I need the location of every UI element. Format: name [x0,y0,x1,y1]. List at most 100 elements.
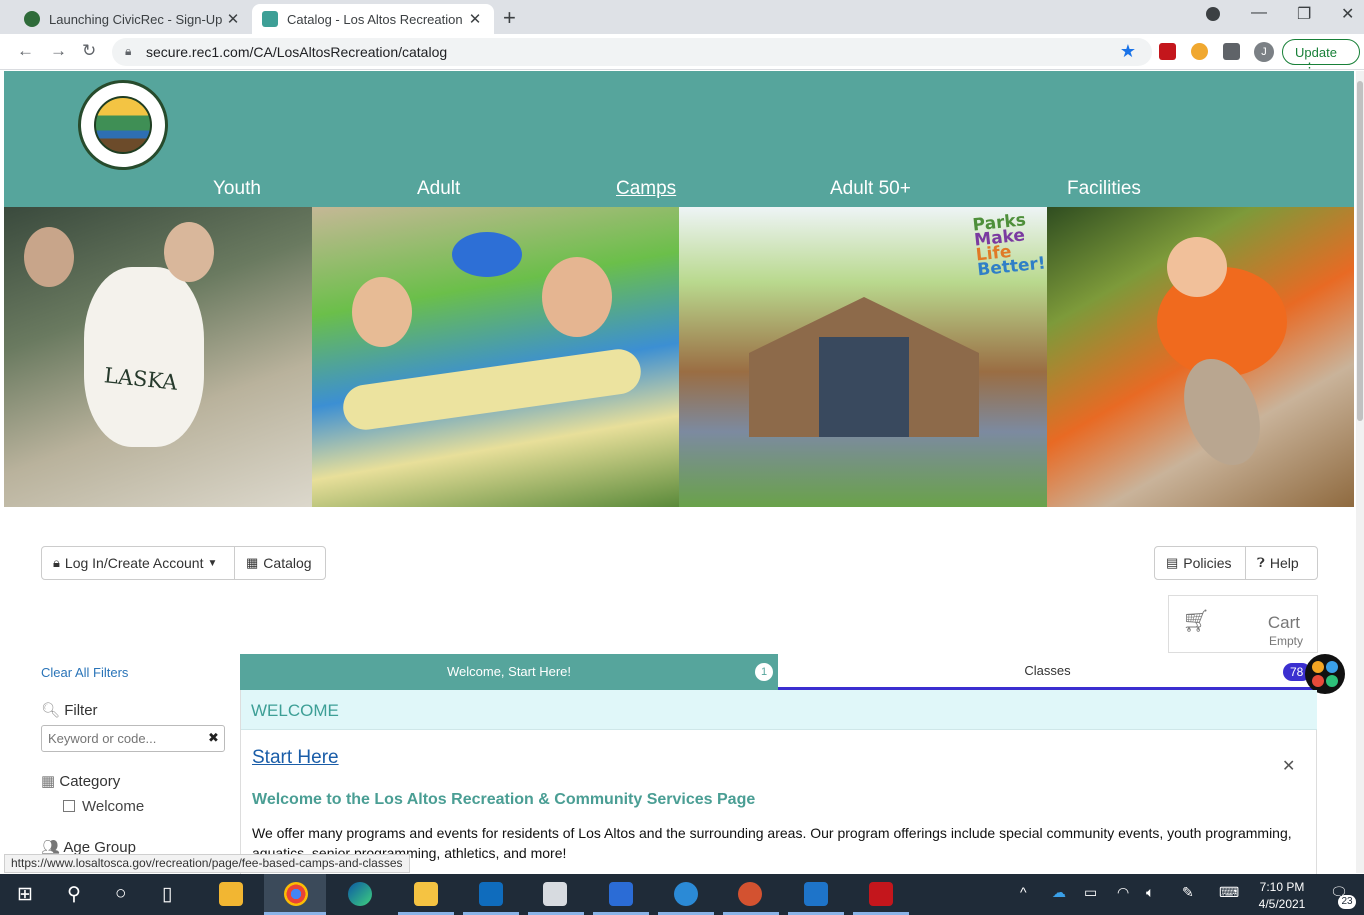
clear-all-filters-link[interactable]: Clear All Filters [41,665,128,680]
file-explorer-icon[interactable] [414,882,438,906]
reload-icon[interactable]: ↻ [82,41,96,61]
profile-avatar[interactable]: J [1254,42,1274,62]
acrobat-extension-icon[interactable] [1159,43,1176,60]
bookmark-star-icon[interactable]: ★ [1120,41,1136,62]
catalog-label: Catalog [263,555,312,571]
grid-icon: ▦ [41,773,56,790]
outlook-icon[interactable] [479,882,503,906]
clear-keyword-icon[interactable]: ✖ [208,730,219,746]
page-scrollbar[interactable] [1356,71,1364,873]
welcome-heading: WELCOME [251,701,339,720]
search-icon: 🔍︎ [41,702,61,719]
hero-photo-kids-snake [312,207,679,507]
category-welcome-label[interactable]: Welcome [82,798,144,815]
cortana-icon[interactable]: ○ [115,883,126,905]
back-icon[interactable]: ← [17,41,34,61]
nx-app-icon[interactable] [543,882,567,906]
task-view-icon[interactable]: ▯ [162,883,172,906]
chevron-up-icon[interactable]: ^ [1020,884,1027,900]
powerpoint-icon[interactable] [738,882,762,906]
keyboard-icon[interactable]: ⌨ [1219,884,1239,901]
address-bar[interactable]: 🔒︎ secure.rec1.com/CA/LosAltosRecreation… [112,38,1152,66]
cart-widget[interactable]: 🛒︎ Cart Empty [1168,595,1318,653]
document-icon: ▤ [1166,555,1179,570]
tab-welcome-start-here[interactable]: Welcome, Start Here! [240,654,778,690]
window-close-icon[interactable]: ✕ [1341,4,1354,24]
store-icon[interactable] [219,882,243,906]
hero-photo-community-center: Parks Make Life Better! [679,207,1047,507]
welcome-intro-text: We offer many programs and events for re… [252,825,1292,861]
new-tab-icon[interactable]: + [503,5,516,31]
video-app-icon[interactable] [804,882,828,906]
hero-photo-seniors: LASKA [4,207,312,507]
extension-icon[interactable] [1191,43,1208,60]
close-icon[interactable]: ✕ [1282,756,1295,776]
windows-taskbar: ⊞ ⚲ ○ ▯ ^ ☁ ▭ ◠ 🔈︎ ✎ ⌨ 7:10 PM 4/5/2021 … [0,874,1364,915]
category-heading: ▦ Category [41,773,121,790]
close-tab-icon[interactable]: ✕ [466,10,484,28]
tab-label: Welcome, Start Here! [446,664,572,679]
nav-adult-50-plus[interactable]: Adult 50+ [830,178,911,200]
close-tab-icon[interactable]: ✕ [224,10,242,28]
policies-button[interactable]: ▤ Policies [1154,546,1246,580]
rec1-favicon-icon [262,11,278,27]
browser-tab-title: Launching CivicRec - Sign-Up for [49,11,224,27]
category-welcome-checkbox[interactable] [63,800,75,812]
wifi-icon[interactable]: ◠ [1117,884,1129,901]
restore-icon[interactable]: ❐ [1297,4,1311,24]
lock-icon: 🔒︎ [125,44,132,58]
puzzle-extensions-icon[interactable] [1223,43,1240,60]
browser-tab-civicrec[interactable]: Launching CivicRec - Sign-Up for ✕ [14,4,252,34]
app-icon[interactable] [674,882,698,906]
welcome-count-badge: 1 [755,663,773,681]
pen-icon[interactable]: ✎ [1182,884,1194,901]
help-label: Help [1269,555,1299,571]
nav-adult[interactable]: Adult [417,178,460,200]
browser-tab-strip: Launching CivicRec - Sign-Up for ✕ Catal… [0,0,1364,34]
browser-tab-title: Catalog - Los Altos Recreation [287,11,463,27]
hero-banner: LASKA Parks Make Life Better! [4,207,1354,507]
update-button[interactable]: Update ⋮ [1282,39,1360,75]
filter-heading: 🔍︎ Filter [41,702,98,719]
system-clock[interactable]: 7:10 PM 4/5/2021 [1254,879,1310,913]
address-url[interactable]: secure.rec1.com/CA/LosAltosRecreation/ca… [146,44,447,60]
help-button[interactable]: ❓︎ Help [1245,546,1318,580]
search-icon[interactable]: ⚲ [67,883,81,906]
minimize-icon[interactable]: — [1251,4,1267,22]
r-app-icon[interactable] [609,882,633,906]
tab-search-icon[interactable] [1206,7,1220,21]
chrome-icon[interactable] [284,882,308,906]
tab-classes[interactable]: Classes [778,654,1317,690]
caret-down-icon: ▼ [207,557,218,569]
login-create-account-button[interactable]: 🔒︎ Log In/Create Account ▼ [41,546,235,580]
keyword-search-input[interactable] [41,725,225,752]
nav-facilities[interactable]: Facilities [1067,178,1141,200]
browser-tab-catalog[interactable]: Catalog - Los Altos Recreation ✕ [252,4,494,34]
floating-help-widget-icon[interactable] [1305,654,1345,694]
windows-start-icon[interactable]: ⊞ [17,883,33,906]
policies-label: Policies [1183,555,1232,571]
cart-icon: 🛒︎ [1182,608,1210,633]
link-status-bar: https://www.losaltosca.gov/recreation/pa… [4,854,410,873]
start-here-link[interactable]: Start Here [252,747,339,769]
battery-icon[interactable]: ▭ [1084,884,1097,901]
onedrive-icon[interactable]: ☁ [1052,884,1066,901]
volume-icon[interactable]: 🔈︎ [1146,884,1154,901]
forward-icon[interactable]: → [50,41,67,61]
city-seal-logo[interactable] [78,80,168,170]
notification-count-badge: 23 [1338,895,1356,909]
edge-icon[interactable] [348,882,372,906]
question-circle-icon: ❓︎ [1257,555,1265,570]
clock-date: 4/5/2021 [1258,897,1306,911]
login-label: Log In/Create Account [64,555,204,571]
nav-youth[interactable]: Youth [213,178,261,200]
tab-label: Classes [1024,663,1071,678]
catalog-button[interactable]: ▦ Catalog [234,546,326,580]
clock-time: 7:10 PM [1259,880,1305,894]
civicrec-favicon-icon [24,11,40,27]
browser-toolbar: ← → ↻ 🔒︎ secure.rec1.com/CA/LosAltosRecr… [0,34,1364,75]
parks-make-life-better-logo: Parks Make Life Better! [971,210,1047,281]
nav-camps[interactable]: Camps [616,178,676,200]
welcome-title: Welcome to the Los Altos Recreation & Co… [252,791,756,808]
acrobat-icon[interactable] [869,882,893,906]
